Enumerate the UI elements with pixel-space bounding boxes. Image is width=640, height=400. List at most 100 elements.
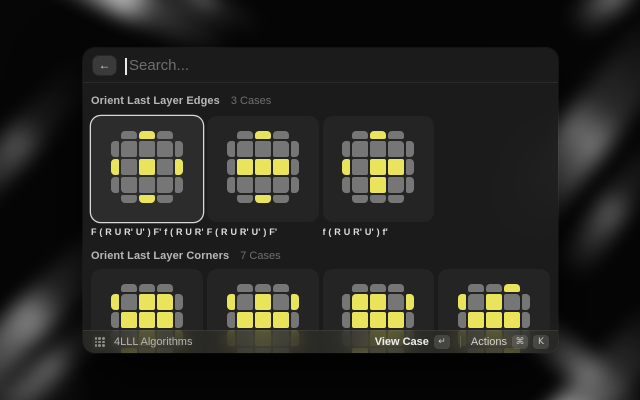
cube-gap [227,131,235,139]
cube-diagram [342,131,414,203]
cube-sticker [121,131,137,139]
section-title: Orient Last Layer Edges [91,95,220,107]
cube-sticker [157,141,173,157]
cube-gap [175,195,183,203]
cube-sticker [111,312,119,328]
cube-sticker [291,312,299,328]
cube-sticker [227,294,235,310]
cube-sticker [273,312,289,328]
cmd-key-icon: ⌘ [512,335,528,349]
cube-sticker [370,284,386,292]
search-input[interactable] [125,57,548,74]
cube-sticker [504,312,520,328]
cube-sticker [139,284,155,292]
cube-sticker [388,195,404,203]
cube-gap [342,195,350,203]
cube-gap [342,284,350,292]
cube-sticker [121,294,137,310]
back-arrow-icon: ← [99,58,111,72]
cube-sticker [370,195,386,203]
cube-sticker [111,159,119,175]
footer-bar: 4LLL Algorithms View Case ↵ Actions ⌘ K [83,330,558,353]
cube-sticker [121,284,137,292]
cube-sticker [458,312,466,328]
cube-sticker [352,284,368,292]
cube-sticker [291,141,299,157]
cube-sticker [291,159,299,175]
cube-gap [111,284,119,292]
cube-sticker [157,177,173,193]
cube-sticker [227,159,235,175]
section-case-count: 7 Cases [240,250,280,262]
cube-sticker [273,294,289,310]
cube-sticker [504,294,520,310]
cube-gap [111,131,119,139]
cube-sticker [111,177,119,193]
cube-sticker [352,177,368,193]
cube-sticker [139,131,155,139]
case-card[interactable] [323,116,435,222]
cube-sticker [342,141,350,157]
cube-sticker [342,312,350,328]
cube-sticker [370,312,386,328]
cube-sticker [139,294,155,310]
section: Orient Last Layer Edges3 Cases F ( R U R'… [91,95,550,238]
cube-sticker [121,141,137,157]
cube-sticker [139,312,155,328]
cube-sticker [139,159,155,175]
cube-sticker [406,159,414,175]
cube-sticker [121,177,137,193]
cube-sticker [468,312,484,328]
cube-gap [291,195,299,203]
cube-sticker [522,294,530,310]
cube-sticker [273,131,289,139]
actions-button[interactable]: Actions ⌘ K [471,335,549,349]
text-cursor [125,58,127,75]
case-card[interactable] [91,116,203,222]
case-card[interactable] [207,116,319,222]
cube-sticker [406,294,414,310]
section-title: Orient Last Layer Corners [91,250,229,262]
search-input-wrap [125,57,548,74]
cube-sticker [157,195,173,203]
cube-sticker [468,284,484,292]
cube-sticker [237,131,253,139]
cube-sticker [273,195,289,203]
cube-sticker [157,312,173,328]
cube-sticker [227,141,235,157]
cube-sticker [352,131,368,139]
case: F ( R U R' U' ) F' f ( R U R' U… [91,116,203,238]
cube-gap [406,131,414,139]
cube-sticker [255,294,271,310]
cube-sticker [486,284,502,292]
cube-sticker [175,294,183,310]
cube-sticker [291,177,299,193]
cube-sticker [139,141,155,157]
cube-sticker [388,159,404,175]
cube-gap [458,284,466,292]
return-key-icon: ↵ [434,335,450,349]
cube-sticker [468,294,484,310]
cube-sticker [111,294,119,310]
cube-sticker [406,312,414,328]
cube-sticker [157,294,173,310]
cube-diagram [111,131,183,203]
cube-sticker [291,294,299,310]
view-case-button[interactable]: View Case ↵ [375,335,450,349]
cube-gap [227,195,235,203]
cube-sticker [175,177,183,193]
cube-sticker [370,177,386,193]
cube-sticker [237,312,253,328]
case: F ( R U R' U' ) F' [207,116,319,238]
case-caption: F ( R U R' U' ) F' [207,227,319,238]
cube-sticker [504,284,520,292]
back-button[interactable]: ← [93,56,116,75]
cube-sticker [388,312,404,328]
cube-gap [291,131,299,139]
cube-sticker [352,141,368,157]
cube-sticker [273,141,289,157]
cube-gap [291,284,299,292]
cube-sticker [342,177,350,193]
section-header: Orient Last Layer Edges3 Cases [91,95,550,107]
cube-sticker [237,141,253,157]
